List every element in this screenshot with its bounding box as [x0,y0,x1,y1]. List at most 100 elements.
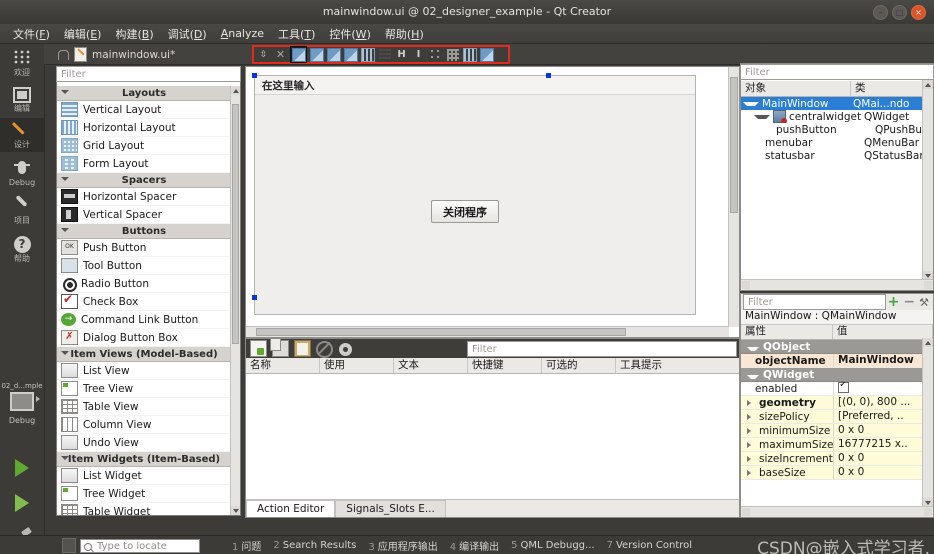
widget-item[interactable]: List Widget [57,467,231,485]
action-col-header[interactable]: 使用 [320,358,394,373]
action-editor-tab[interactable]: Signals_Slots E... [335,500,446,517]
paste-icon[interactable] [294,340,311,357]
menu-item-3[interactable]: 调试(D) [161,24,214,44]
widget-group-header[interactable]: Buttons [57,224,231,239]
run-button[interactable] [0,459,44,480]
locator-options-icon[interactable] [62,538,76,553]
widget-item[interactable]: Horizontal Spacer [57,188,231,206]
layout-grid-button[interactable] [445,47,460,62]
mode-edit[interactable]: 编辑 [0,82,44,117]
expand-arrow-icon[interactable] [747,413,755,420]
widget-item[interactable]: OK Push Button [57,239,231,257]
scroll-thumb[interactable] [232,104,239,344]
action-editor-filter-input[interactable]: Filter [467,341,737,357]
mode-help[interactable]: ? 帮助 [0,232,44,267]
property-row[interactable]: sizePolicy [Preferred, .. [741,410,933,424]
locator[interactable]: Type to locate (Ctrl... [62,538,200,554]
output-pane-button[interactable]: 2 Search Results [273,540,356,551]
layout-horizontally-button[interactable] [360,47,375,62]
menu-item-5[interactable]: 工具(T) [271,24,322,44]
property-editor-horizontal-scrollbar[interactable] [741,506,933,517]
property-row[interactable]: geometry [(0, 0), 800 ... [741,396,933,410]
widget-box-scrollbar[interactable] [230,86,240,515]
widget-item[interactable]: → Command Link Button [57,311,231,329]
configure-property-icon[interactable]: ⚒ [919,296,929,309]
object-tree-row[interactable]: centralwidget QWidget [741,110,933,123]
output-pane-button[interactable]: 7 Version Control [607,540,692,551]
menu-item-2[interactable]: 构建(B) [108,24,160,44]
kit-selector[interactable]: 02_d...mple Debug [0,382,44,425]
maximize-button[interactable]: □ [892,5,907,20]
menu-item-0[interactable]: 文件(F) [6,24,57,44]
break-layout-button[interactable] [462,47,477,62]
delete-icon[interactable] [316,340,333,358]
widget-box-list[interactable]: Layouts Vertical Layout Horizontal Layout G… [57,86,231,515]
expand-arrow-icon[interactable] [747,427,755,434]
pe-scroll-up-arrow[interactable] [923,338,933,347]
form-mainwindow[interactable]: 在这里输入 关闭程序 [254,75,696,315]
object-tree-row[interactable]: pushButton QPushButt [741,123,933,136]
object-tree-vertical-scrollbar[interactable] [922,80,933,280]
property-row[interactable]: QObject [741,340,933,354]
layout-vertically-button[interactable] [377,47,392,62]
locator-input[interactable]: Type to locate (Ctrl... [80,538,200,554]
widget-group-header[interactable]: Spacers [57,173,231,188]
form-push-button[interactable]: 关闭程序 [431,200,499,223]
mode-design[interactable]: 设计 [0,118,44,152]
file-tab-mainwindow-ui[interactable]: mainwindow.ui* [58,46,175,63]
debug-button[interactable] [0,494,44,515]
property-row[interactable]: sizeIncrement 0 x 0 [741,452,933,466]
output-pane-button[interactable]: 1 问题 [232,538,261,553]
mode-welcome[interactable]: 欢迎 [0,46,44,81]
enabled-checkbox[interactable] [838,382,849,393]
scroll-down-arrow[interactable] [231,506,240,515]
widget-item[interactable]: Form Layout [57,155,231,173]
edit-tab-order-button[interactable] [343,47,358,62]
property-value[interactable]: 16777215 x.. [833,438,933,451]
widget-item[interactable]: Tree View [57,380,231,398]
property-row[interactable]: objectName MainWindow [741,354,933,368]
resize-handle-bottom-left[interactable] [252,295,257,300]
widget-item[interactable]: Radio Button [57,275,231,293]
mode-debug[interactable]: Debug [0,156,44,191]
edit-signals-slots-button[interactable] [309,47,324,62]
widgetbox-filter-input[interactable]: Filter [56,66,241,82]
mode-projects[interactable]: 项目 [0,194,44,229]
configure-icon[interactable] [339,342,352,356]
add-property-icon[interactable]: + [888,295,900,309]
group-collapse-icon[interactable] [747,374,759,379]
widget-group-header[interactable]: Item Views (Model-Based) [57,347,231,362]
resize-handle-top-right[interactable] [546,73,551,78]
adjust-size-button[interactable] [479,47,494,62]
property-editor-rows[interactable]: QObject objectName MainWindow QWidget enable… [741,340,933,480]
property-row[interactable]: baseSize 0 x 0 [741,466,933,480]
widget-group-header[interactable]: Item Widgets (Item-Based) [57,452,231,467]
widget-item[interactable]: Vertical Layout [57,101,231,119]
menu-item-4[interactable]: Analyze [214,25,271,42]
object-tree-row[interactable]: statusbar QStatusBar [741,149,933,162]
ot-scroll-up-arrow[interactable] [923,80,933,89]
canvas-horizontal-scrollbar[interactable] [246,326,729,337]
widget-item[interactable]: Column View [57,416,231,434]
form-menubar[interactable]: 在这里输入 [255,76,695,95]
close-form-button[interactable]: ✕ [273,47,288,62]
object-tree-rows[interactable]: MainWindow QMai...ndo centralwidget QWidget… [741,97,933,162]
action-col-header[interactable]: 快捷键 [468,358,542,373]
widget-item[interactable]: Undo View [57,434,231,452]
property-editor-filter-input[interactable]: Filter [743,294,886,310]
output-pane-button[interactable]: 3 应用程序输出 [368,538,437,553]
object-tree-horizontal-scrollbar[interactable] [741,279,933,290]
edit-buddies-button[interactable] [326,47,341,62]
form-editor-canvas[interactable]: 在这里输入 关闭程序 [245,66,740,338]
action-col-header[interactable]: 可选的 [542,358,616,373]
property-row[interactable]: QWidget [741,368,933,382]
property-value[interactable]: 0 x 0 [833,466,933,479]
widget-item[interactable]: Horizontal Layout [57,119,231,137]
widget-item[interactable]: List View [57,362,231,380]
property-value[interactable]: 0 x 0 [833,424,933,437]
action-editor-tab[interactable]: Action Editor [246,500,336,517]
layout-form-button[interactable] [428,47,443,62]
expand-arrow-icon[interactable] [747,399,755,406]
expand-arrow-icon[interactable] [747,455,755,462]
property-value[interactable]: [Preferred, .. [833,410,933,423]
